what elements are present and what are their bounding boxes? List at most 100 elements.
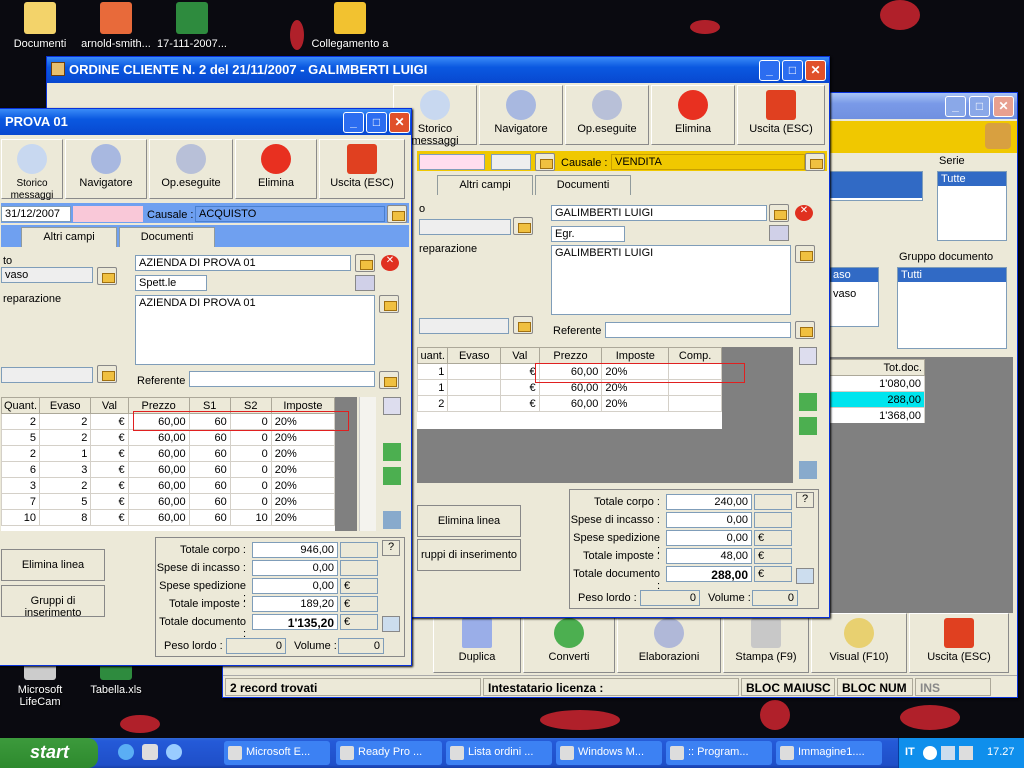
- gruppi-inserimento-button[interactable]: ruppi di inserimento: [417, 539, 521, 571]
- storico-messaggi-button[interactable]: Storico messaggi: [1, 139, 63, 201]
- maximize-button[interactable]: □: [782, 60, 803, 81]
- help-button[interactable]: ?: [382, 540, 400, 556]
- total-value[interactable]: 288,00: [666, 566, 752, 582]
- stampa-button[interactable]: Stampa (F9): [723, 613, 809, 673]
- table-row[interactable]: 1'080,00: [829, 375, 925, 392]
- causale-field[interactable]: VENDITA: [611, 154, 805, 170]
- maximize-button[interactable]: □: [969, 96, 990, 117]
- lookup-icon[interactable]: [769, 225, 789, 241]
- total-value[interactable]: 0,00: [666, 530, 752, 546]
- referente-folder-button[interactable]: [379, 371, 399, 389]
- row-up-button[interactable]: [383, 397, 401, 415]
- causale-folder-button[interactable]: [805, 153, 825, 171]
- close-button[interactable]: ✕: [389, 112, 410, 133]
- col-prezzo[interactable]: Prezzo: [538, 347, 603, 364]
- serie-selected[interactable]: Tutte: [938, 172, 1006, 186]
- col-quant[interactable]: Quant.: [1, 397, 41, 414]
- total-value[interactable]: 0,00: [666, 512, 752, 528]
- table-row[interactable]: 7 5 €60,00 60 0 20%: [1, 493, 335, 510]
- uscita-button[interactable]: Uscita (ESC): [319, 139, 405, 199]
- left-field-a[interactable]: vaso: [1, 267, 93, 283]
- move-down-arrow-icon[interactable]: [799, 417, 817, 435]
- row-up-button[interactable]: [799, 347, 817, 365]
- desktop-icon-17-111[interactable]: 17-111-2007...: [152, 2, 232, 50]
- address-field[interactable]: GALIMBERTI LUIGI: [551, 245, 791, 315]
- total-value[interactable]: 946,00: [252, 542, 338, 558]
- move-up-arrow-icon[interactable]: [799, 393, 817, 411]
- op-eseguite-button[interactable]: Op.eseguite: [149, 139, 233, 199]
- elaborazioni-button[interactable]: Elaborazioni: [617, 613, 721, 673]
- col-totdoc[interactable]: Tot.doc.: [829, 359, 925, 376]
- close-button[interactable]: ✕: [993, 96, 1014, 117]
- ie-icon[interactable]: [118, 744, 134, 760]
- taskbar-item[interactable]: Immagine1....: [776, 741, 882, 765]
- left-folder-a[interactable]: [97, 267, 117, 285]
- referente-field[interactable]: [189, 371, 375, 387]
- address-folder-button[interactable]: [795, 245, 815, 263]
- order-window-titlebar[interactable]: ORDINE CLIENTE N. 2 del 21/11/2007 - GAL…: [47, 57, 829, 83]
- taskbar-item[interactable]: Windows M...: [556, 741, 662, 765]
- total-value[interactable]: 1'135,20: [252, 614, 338, 630]
- col-val[interactable]: Val: [500, 347, 540, 364]
- minimize-button[interactable]: _: [343, 112, 364, 133]
- left-field-a[interactable]: [419, 219, 511, 235]
- lookup-icon[interactable]: [355, 275, 375, 291]
- left-filter-top[interactable]: [829, 171, 923, 201]
- left-select[interactable]: [1, 367, 93, 383]
- maximize-button[interactable]: □: [366, 112, 387, 133]
- gruppi-inserimento-button[interactable]: Gruppi di inserimento: [1, 585, 105, 619]
- table-row[interactable]: 3 2 €60,00 60 0 20%: [1, 477, 335, 494]
- elimina-button[interactable]: Elimina: [651, 85, 735, 145]
- customer-folder-button[interactable]: [355, 254, 375, 272]
- prova-field-pink[interactable]: [73, 206, 143, 222]
- referente-field[interactable]: [605, 322, 791, 338]
- volume-icon[interactable]: [959, 746, 973, 760]
- peso-field[interactable]: 0: [640, 590, 700, 606]
- language-indicator[interactable]: IT: [905, 746, 915, 758]
- table-row[interactable]: 6 3 €60,00 60 0 20%: [1, 461, 335, 478]
- col-evaso[interactable]: Evaso: [39, 397, 92, 414]
- list-grid[interactable]: Tot.doc. 1'080,00 288,00 1'368,00: [829, 359, 925, 423]
- total-value[interactable]: 240,00: [666, 494, 752, 510]
- elimina-button[interactable]: Elimina: [235, 139, 317, 199]
- close-button[interactable]: ✕: [805, 60, 826, 81]
- taskbar-item[interactable]: Microsoft E...: [224, 741, 330, 765]
- zoom-icon[interactable]: [796, 568, 814, 584]
- referente-folder-button[interactable]: [795, 321, 815, 339]
- order-field-a[interactable]: [419, 154, 485, 170]
- navigatore-button[interactable]: Navigatore: [65, 139, 147, 199]
- title-field[interactable]: Egr.: [551, 226, 625, 242]
- duplica-button[interactable]: Duplica: [433, 613, 521, 673]
- tab-documenti[interactable]: Documenti: [535, 175, 631, 195]
- table-row[interactable]: 10 8 €60,00 60 10 20%: [1, 509, 335, 526]
- total-value[interactable]: 48,00: [666, 548, 752, 564]
- serie-listbox[interactable]: Tutte: [937, 171, 1007, 241]
- op-eseguite-button[interactable]: Op.eseguite: [565, 85, 649, 145]
- search-button[interactable]: [535, 153, 555, 171]
- search-icon[interactable]: [166, 744, 182, 760]
- order-field-b[interactable]: [491, 154, 531, 170]
- col-comp[interactable]: Comp.: [668, 347, 722, 364]
- table-row[interactable]: 1'368,00: [829, 407, 925, 423]
- tab-altri-campi[interactable]: Altri campi: [21, 227, 117, 247]
- left-select[interactable]: [419, 318, 509, 334]
- customer-folder-button[interactable]: [769, 204, 789, 222]
- col-imposte[interactable]: Imposte: [601, 347, 670, 364]
- col-val[interactable]: Val: [90, 397, 129, 414]
- gruppo-listbox[interactable]: Tutti: [897, 267, 1007, 349]
- col-evaso[interactable]: Evaso: [447, 347, 502, 364]
- converti-button[interactable]: Converti: [523, 613, 615, 673]
- total-value[interactable]: 0,00: [252, 560, 338, 576]
- title-field[interactable]: Spett.le: [135, 275, 207, 291]
- table-row-selected[interactable]: 288,00: [829, 391, 925, 408]
- tray-back-icon[interactable]: [923, 746, 937, 760]
- address-field[interactable]: AZIENDA DI PROVA 01: [135, 295, 375, 365]
- uscita-button[interactable]: Uscita (ESC): [909, 613, 1009, 673]
- gruppo-selected[interactable]: Tutti: [898, 268, 1006, 282]
- volume-field[interactable]: 0: [752, 590, 798, 606]
- causale-folder-button[interactable]: [387, 205, 407, 223]
- uscita-button[interactable]: Uscita (ESC): [737, 85, 825, 145]
- move-down-arrow-icon[interactable]: [383, 467, 401, 485]
- desktop-icon-collegamento[interactable]: Collegamento a: [310, 2, 390, 50]
- customer-name-field[interactable]: AZIENDA DI PROVA 01: [135, 255, 351, 271]
